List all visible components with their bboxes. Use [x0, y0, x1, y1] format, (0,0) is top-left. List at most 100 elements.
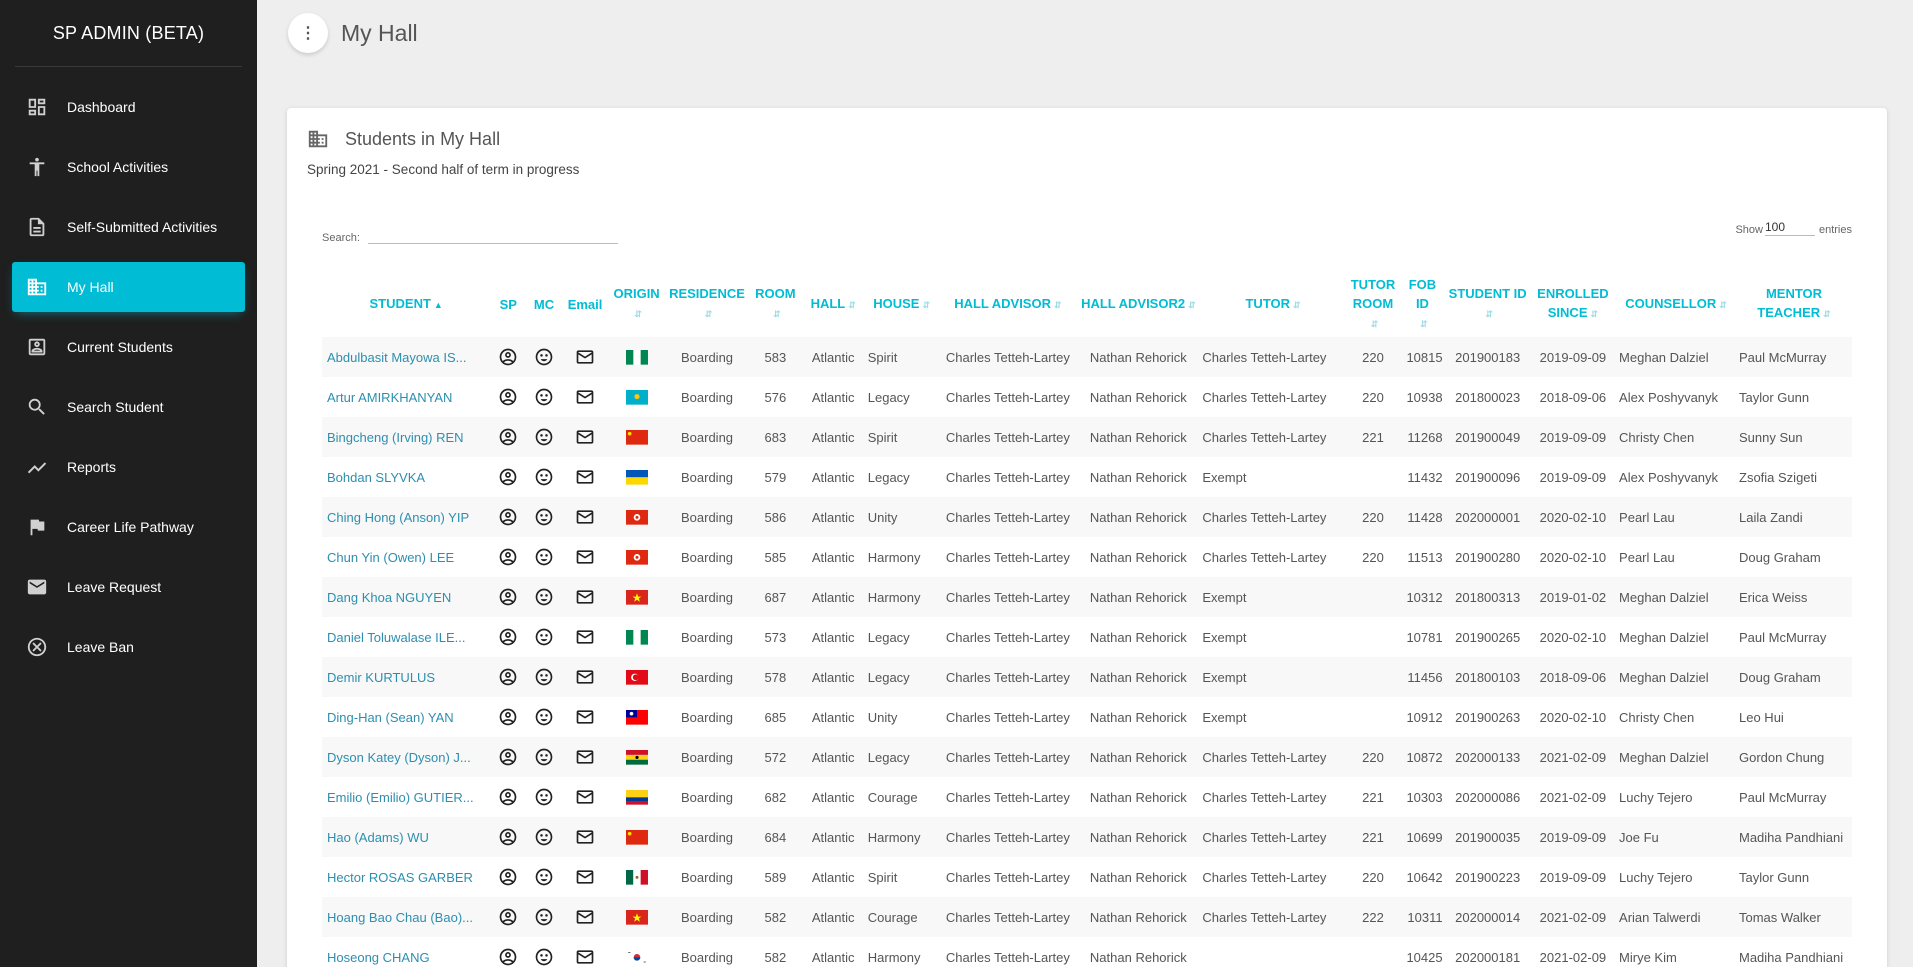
face-icon[interactable] [534, 627, 554, 647]
col-hall[interactable]: HALL ⇵ [802, 271, 865, 337]
col-tutor-room[interactable]: TUTOR ROOM⇵ [1347, 271, 1400, 337]
col-hall-advisor2[interactable]: HALL ADVISOR2 ⇵ [1077, 271, 1199, 337]
account-circle-icon[interactable] [498, 707, 518, 727]
mail-icon[interactable] [575, 427, 595, 447]
col-counsellor[interactable]: COUNSELLOR ⇵ [1616, 271, 1736, 337]
col-fob-id[interactable]: FOB ID ⇵ [1399, 271, 1445, 337]
table-row: Dyson Katey (Dyson) J... Boarding 572 Atlan… [322, 737, 1852, 777]
account-circle-icon[interactable] [498, 547, 518, 567]
face-icon[interactable] [534, 587, 554, 607]
col-student-id[interactable]: STUDENT ID⇵ [1446, 271, 1530, 337]
more-vert-button[interactable]: ⋮ [288, 13, 328, 53]
col-room[interactable]: ROOM ⇵ [749, 271, 802, 337]
face-icon[interactable] [534, 667, 554, 687]
sidebar-item-school-activities[interactable]: School Activities [12, 142, 245, 192]
account-circle-icon[interactable] [498, 667, 518, 687]
col-enrolled-since[interactable]: ENROLLED SINCE ⇵ [1530, 271, 1616, 337]
col-residence[interactable]: RESIDENCE ⇵ [665, 271, 749, 337]
mail-icon[interactable] [575, 507, 595, 527]
mc-cell [526, 457, 562, 497]
mail-icon[interactable] [575, 587, 595, 607]
table-row: Hoseong CHANG Boarding 582 Atlantic Harmony C… [322, 937, 1852, 967]
entries-control: Show entries [1735, 218, 1852, 236]
col-house[interactable]: HOUSE ⇵ [865, 271, 939, 337]
sidebar-item-reports[interactable]: Reports [12, 442, 245, 492]
face-icon[interactable] [534, 467, 554, 487]
sidebar-item-search-student[interactable]: Search Student [12, 382, 245, 432]
student-name-link[interactable]: Emilio (Emilio) GUTIER... [322, 777, 490, 817]
student-name-link[interactable]: Chun Yin (Owen) LEE [322, 537, 490, 577]
face-icon[interactable] [534, 347, 554, 367]
student-name-link[interactable]: Demir KURTULUS [322, 657, 490, 697]
account-circle-icon[interactable] [498, 587, 518, 607]
mail-icon[interactable] [575, 547, 595, 567]
account-circle-icon[interactable] [498, 787, 518, 807]
face-icon[interactable] [534, 827, 554, 847]
account-circle-icon[interactable] [498, 827, 518, 847]
account-circle-icon[interactable] [498, 947, 518, 967]
student-name-link[interactable]: Hoseong CHANG [322, 937, 490, 967]
account-circle-icon[interactable] [498, 907, 518, 927]
col-origin[interactable]: ORIGIN ⇵ [608, 271, 665, 337]
mail-icon[interactable] [575, 747, 595, 767]
sidebar-item-current-students[interactable]: Current Students [12, 322, 245, 372]
student-name-link[interactable]: Bohdan SLYVKA [322, 457, 490, 497]
student-name-link[interactable]: Hector ROSAS GARBER [322, 857, 490, 897]
face-icon[interactable] [534, 707, 554, 727]
account-circle-icon[interactable] [498, 507, 518, 527]
account-circle-icon[interactable] [498, 747, 518, 767]
mail-icon[interactable] [575, 347, 595, 367]
sidebar-item-leave-request[interactable]: Leave Request [12, 562, 245, 612]
email-cell [562, 537, 608, 577]
face-icon[interactable] [534, 867, 554, 887]
face-icon[interactable] [534, 947, 554, 967]
mail-icon[interactable] [575, 467, 595, 487]
face-icon[interactable] [534, 907, 554, 927]
face-icon[interactable] [534, 507, 554, 527]
face-icon[interactable] [534, 787, 554, 807]
mail-icon[interactable] [575, 947, 595, 967]
col-student[interactable]: STUDENT ▲ [322, 271, 490, 337]
account-circle-icon[interactable] [498, 427, 518, 447]
counsellor-cell: Luchy Tejero [1619, 789, 1693, 805]
sidebar-item-self-submitted-activities[interactable]: Self-Submitted Activities [12, 202, 245, 252]
sidebar-item-career-life-pathway[interactable]: Career Life Pathway [12, 502, 245, 552]
account-circle-icon[interactable] [498, 467, 518, 487]
student-name-link[interactable]: Dyson Katey (Dyson) J... [322, 737, 490, 777]
entries-select[interactable] [1764, 218, 1815, 236]
face-icon[interactable] [534, 547, 554, 567]
mail-icon[interactable] [575, 867, 595, 887]
col-tutor[interactable]: TUTOR ⇵ [1199, 271, 1346, 337]
student-name-link[interactable]: Hoang Bao Chau (Bao)... [322, 897, 490, 937]
mail-icon[interactable] [575, 707, 595, 727]
mail-icon[interactable] [575, 907, 595, 927]
face-icon[interactable] [534, 747, 554, 767]
sidebar-item-my-hall[interactable]: My Hall [12, 262, 245, 312]
face-icon[interactable] [534, 427, 554, 447]
mail-icon[interactable] [575, 827, 595, 847]
account-circle-icon[interactable] [498, 867, 518, 887]
mail-icon[interactable] [575, 387, 595, 407]
col-mentor-teacher[interactable]: MENTOR TEACHER ⇵ [1736, 271, 1852, 337]
account-circle-icon[interactable] [498, 627, 518, 647]
mail-icon[interactable] [575, 667, 595, 687]
student-name-link[interactable]: Ching Hong (Anson) YIP [322, 497, 490, 537]
account-circle-icon[interactable] [498, 387, 518, 407]
student-name-link[interactable]: Ding-Han (Sean) YAN [322, 697, 490, 737]
hall-advisor2-cell: Nathan Rehorick [1089, 909, 1187, 925]
student-name-link[interactable]: Hao (Adams) WU [322, 817, 490, 857]
col-hall-advisor[interactable]: HALL ADVISOR ⇵ [938, 271, 1077, 337]
student-name-link[interactable]: Artur AMIRKHANYAN [322, 377, 490, 417]
student-name-link[interactable]: Bingcheng (Irving) REN [322, 417, 490, 457]
mail-icon[interactable] [575, 787, 595, 807]
mail-icon[interactable] [575, 627, 595, 647]
face-icon[interactable] [534, 387, 554, 407]
search-input[interactable] [367, 218, 618, 244]
student-name-link[interactable]: Abdulbasit Mayowa IS... [322, 337, 490, 377]
sidebar-item-dashboard[interactable]: Dashboard [12, 82, 245, 132]
account-circle-icon[interactable] [498, 347, 518, 367]
student-name-link[interactable]: Daniel Toluwalase ILE... [322, 617, 490, 657]
sidebar-item-leave-ban[interactable]: Leave Ban [12, 622, 245, 672]
student-id-cell: 201900035 [1455, 829, 1521, 845]
student-name-link[interactable]: Dang Khoa NGUYEN [322, 577, 490, 617]
